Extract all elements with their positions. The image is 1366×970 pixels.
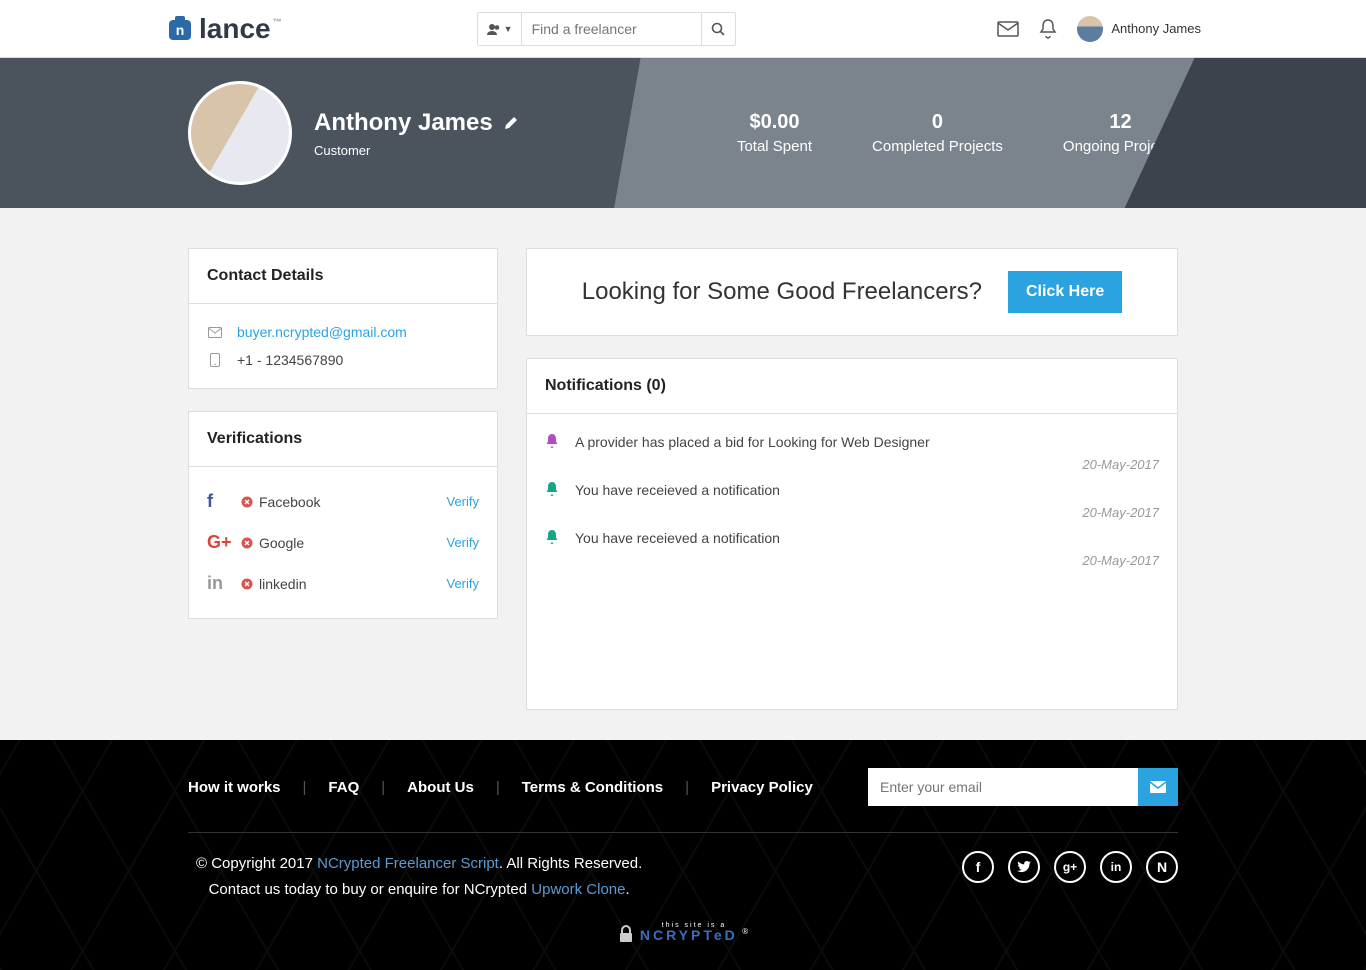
profile-banner: Anthony James Customer $0.00 Total Spent…	[0, 58, 1366, 208]
footer: How it works|FAQ|About Us|Terms & Condit…	[0, 740, 1366, 970]
stat-ongoing: 12 Ongoing Projects	[1063, 111, 1178, 155]
lock-icon	[618, 925, 634, 943]
social-icon: G+	[207, 532, 241, 553]
subscribe-form	[868, 768, 1178, 806]
footer-upwork-link[interactable]: Upwork Clone	[531, 881, 625, 898]
profile-role: Customer	[314, 143, 519, 158]
logo-icon: n	[165, 14, 195, 44]
page-body: Contact Details buyer.ncrypted@gmail.com…	[0, 208, 1366, 740]
profile-stats: $0.00 Total Spent 0 Completed Projects 1…	[737, 111, 1178, 155]
footer-link[interactable]: FAQ	[328, 779, 359, 796]
verifications-title: Verifications	[189, 412, 497, 467]
notifications-button[interactable]	[1037, 18, 1059, 40]
bell-icon	[545, 530, 561, 545]
notification-item: A provider has placed a bid for Looking …	[545, 428, 1159, 476]
logo-text: lance	[199, 13, 271, 45]
notification-date: 20-May-2017	[1082, 505, 1159, 520]
verification-row: G+ Google Verify	[207, 522, 479, 563]
social-twitter[interactable]	[1008, 851, 1040, 883]
svg-text:n: n	[176, 22, 185, 38]
search-group: ▼	[477, 12, 736, 46]
ncrypted-badge: this site is a NCRYPTeD ®	[188, 922, 1178, 948]
search-icon	[711, 22, 725, 36]
social-icon: in	[207, 573, 241, 594]
user-menu[interactable]: Anthony James	[1077, 16, 1201, 42]
profile-name: Anthony James	[314, 109, 493, 137]
contact-phone: +1 - 1234567890	[237, 352, 343, 368]
contact-phone-row: +1 - 1234567890	[207, 346, 479, 374]
verifications-card: Verifications f Facebook Verify G+ Google Ver…	[188, 411, 498, 619]
notification-text: You have receieved a notification	[575, 482, 780, 498]
verification-name: Google	[259, 535, 304, 551]
contact-email[interactable]: buyer.ncrypted@gmail.com	[237, 324, 407, 340]
verify-link[interactable]: Verify	[446, 494, 479, 509]
top-header: n lance ™ ▼	[0, 0, 1366, 58]
contact-card: Contact Details buyer.ncrypted@gmail.com…	[188, 248, 498, 389]
search-category-dropdown[interactable]: ▼	[477, 12, 522, 46]
social-facebook[interactable]: f	[962, 851, 994, 883]
logo[interactable]: n lance ™	[165, 13, 282, 45]
envelope-icon	[997, 21, 1019, 37]
footer-link[interactable]: About Us	[407, 779, 474, 796]
messages-button[interactable]	[997, 18, 1019, 40]
footer-script-link[interactable]: NCrypted Freelancer Script	[317, 855, 499, 872]
notification-text: You have receieved a notification	[575, 530, 780, 546]
footer-link[interactable]: Privacy Policy	[711, 779, 813, 796]
verification-name: linkedin	[259, 576, 306, 592]
notification-item: You have receieved a notification 20-May-…	[545, 524, 1159, 572]
social-linkedin[interactable]: in	[1100, 851, 1132, 883]
users-icon	[486, 23, 502, 35]
edit-icon[interactable]	[503, 115, 519, 131]
stat-total-spent: $0.00 Total Spent	[737, 111, 812, 155]
bell-icon	[1039, 19, 1057, 39]
verification-row: in linkedin Verify	[207, 563, 479, 604]
social-ncrypted[interactable]: N	[1146, 851, 1178, 883]
envelope-icon	[1149, 780, 1167, 794]
footer-link[interactable]: Terms & Conditions	[522, 779, 663, 796]
notification-date: 20-May-2017	[1082, 457, 1159, 472]
sidebar: Contact Details buyer.ncrypted@gmail.com…	[188, 248, 498, 710]
phone-icon	[207, 353, 223, 367]
search-button[interactable]	[702, 12, 736, 46]
profile-avatar	[188, 81, 292, 185]
main-content: Looking for Some Good Freelancers? Click…	[526, 248, 1178, 710]
verification-row: f Facebook Verify	[207, 481, 479, 522]
verify-link[interactable]: Verify	[446, 535, 479, 550]
footer-socials: f g+ in N	[962, 851, 1178, 883]
footer-link[interactable]: How it works	[188, 779, 281, 796]
bell-icon	[545, 434, 561, 449]
twitter-icon	[1017, 861, 1031, 873]
x-circle-icon	[241, 496, 253, 508]
footer-nav: How it works|FAQ|About Us|Terms & Condit…	[188, 779, 813, 796]
stat-completed: 0 Completed Projects	[872, 111, 1003, 155]
envelope-icon	[207, 327, 223, 338]
social-google[interactable]: g+	[1054, 851, 1086, 883]
notifications-card: Notifications (0) A provider has placed …	[526, 358, 1178, 710]
cta-button[interactable]: Click Here	[1008, 271, 1122, 313]
search-input[interactable]	[522, 12, 702, 46]
subscribe-button[interactable]	[1138, 768, 1178, 806]
profile-name-row: Anthony James	[314, 109, 519, 137]
cta-bar: Looking for Some Good Freelancers? Click…	[526, 248, 1178, 336]
notifications-title: Notifications (0)	[527, 359, 1177, 414]
contact-email-row: buyer.ncrypted@gmail.com	[207, 318, 479, 346]
subscribe-input[interactable]	[868, 768, 1138, 806]
notification-text: A provider has placed a bid for Looking …	[575, 434, 930, 450]
notification-date: 20-May-2017	[1082, 553, 1159, 568]
bell-icon	[545, 482, 561, 497]
contact-title: Contact Details	[189, 249, 497, 304]
avatar	[1077, 16, 1103, 42]
cta-text: Looking for Some Good Freelancers?	[582, 278, 982, 306]
notification-item: You have receieved a notification 20-May-…	[545, 476, 1159, 524]
verification-name: Facebook	[259, 494, 320, 510]
x-circle-icon	[241, 578, 253, 590]
footer-copyright: © Copyright 2017 NCrypted Freelancer Scr…	[196, 851, 642, 902]
verify-link[interactable]: Verify	[446, 576, 479, 591]
header-user-name: Anthony James	[1111, 21, 1201, 36]
x-circle-icon	[241, 537, 253, 549]
badge-text: NCRYPTeD	[640, 927, 738, 943]
social-icon: f	[207, 491, 241, 512]
